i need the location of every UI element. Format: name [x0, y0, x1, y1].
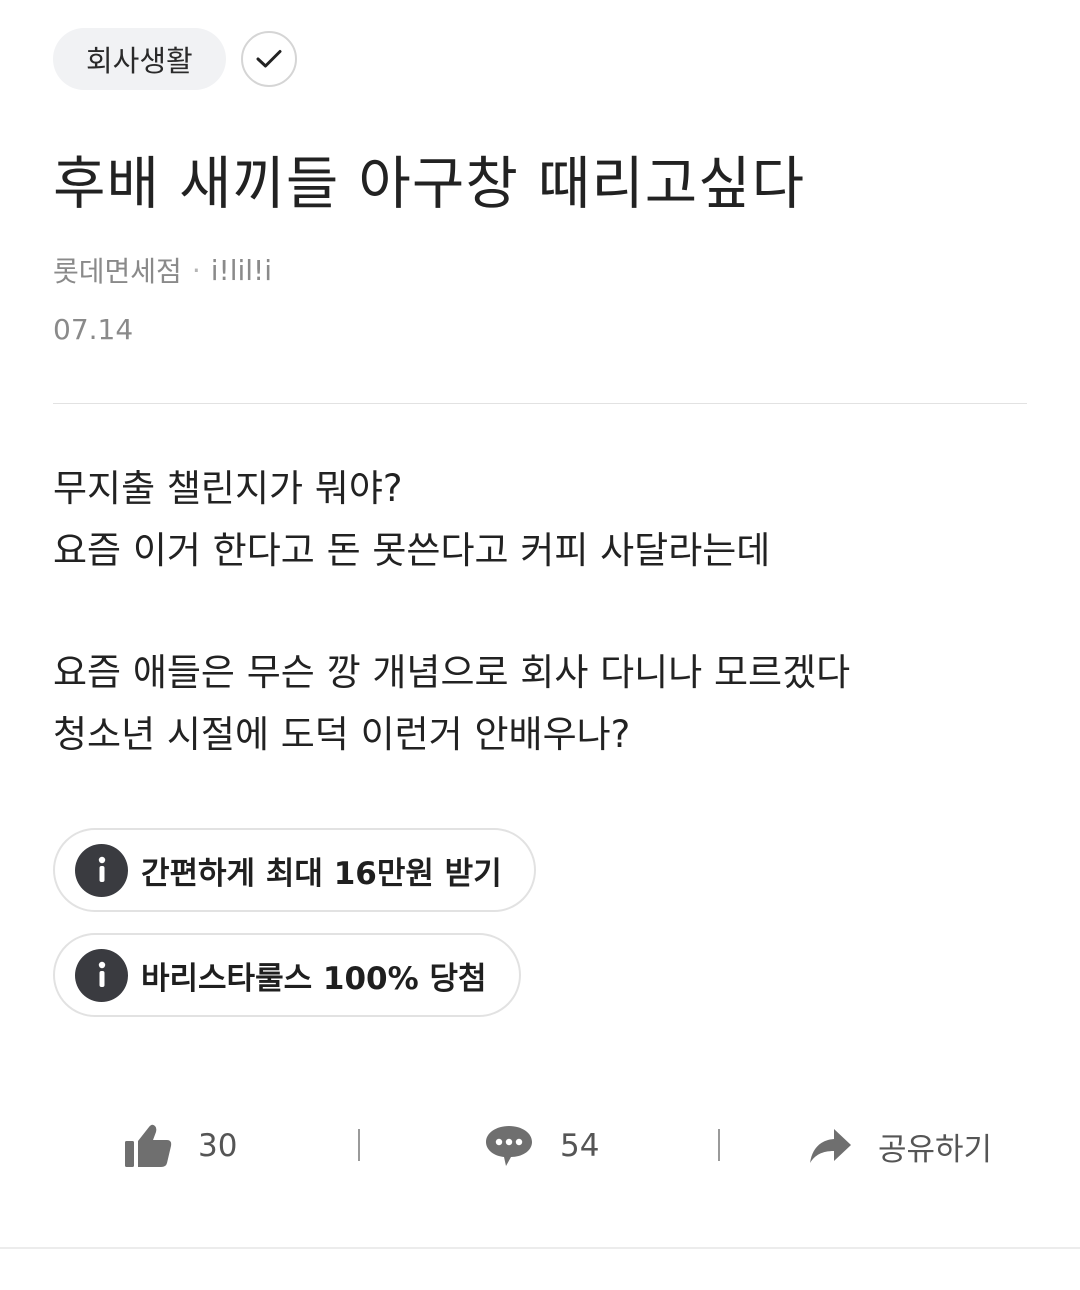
- category-row: 회사생활: [53, 28, 297, 90]
- post-action-bar: 30 54 공유하기: [0, 1110, 1080, 1182]
- like-count: 30: [198, 1128, 238, 1164]
- category-label: 회사생활: [86, 44, 193, 78]
- author-company[interactable]: 롯데면세점: [53, 250, 182, 290]
- category-chip[interactable]: 회사생활: [53, 28, 226, 90]
- post-body: 무지출 챌린지가 뭐야? 요즘 이거 한다고 돈 못쓴다고 커피 사달라는데 요…: [53, 458, 1033, 766]
- comment-count: 54: [560, 1128, 600, 1164]
- follow-check-button[interactable]: [240, 31, 297, 87]
- info-icon: [75, 843, 128, 897]
- share-arrow-icon: [810, 1129, 851, 1163]
- bottom-area: [0, 1249, 1080, 1290]
- body-line: 무지출 챌린지가 뭐야?: [53, 467, 403, 510]
- body-line: 요즘 이거 한다고 돈 못쓴다고 커피 사달라는데: [53, 529, 771, 572]
- post-meta: 롯데면세점 · i!lil!i: [53, 250, 272, 290]
- promo-label: 바리스타룰스 100% 당첨: [141, 960, 487, 997]
- meta-separator-dot: ·: [191, 253, 201, 287]
- body-line: 요즘 애들은 무슨 깡 개념으로 회사 다니나 모르겠다: [53, 651, 851, 694]
- header-divider: [53, 403, 1027, 404]
- comment-bubble-icon: [486, 1126, 532, 1166]
- thumbs-up-icon: [125, 1124, 172, 1167]
- share-label: 공유하기: [878, 1131, 993, 1168]
- share-button[interactable]: 공유하기: [808, 1110, 992, 1182]
- body-line: 청소년 시절에 도덕 이런거 안배우나?: [53, 713, 631, 756]
- promo-link-barista[interactable]: 바리스타룰스 100% 당첨: [53, 933, 521, 1017]
- action-separator: [718, 1129, 720, 1161]
- post-title: 후배 새끼들 아구창 때리고싶다: [53, 151, 806, 217]
- promo-label: 간편하게 최대 16만원 받기: [141, 855, 502, 892]
- post-date: 07.14: [53, 313, 134, 346]
- like-button[interactable]: 30: [124, 1110, 237, 1182]
- action-separator: [358, 1129, 360, 1161]
- comment-button[interactable]: 54: [484, 1110, 599, 1182]
- author-nickname[interactable]: i!lil!i: [211, 254, 272, 287]
- check-icon: [256, 50, 282, 68]
- info-icon: [75, 948, 128, 1002]
- promo-link-cashback[interactable]: 간편하게 최대 16만원 받기: [53, 828, 536, 912]
